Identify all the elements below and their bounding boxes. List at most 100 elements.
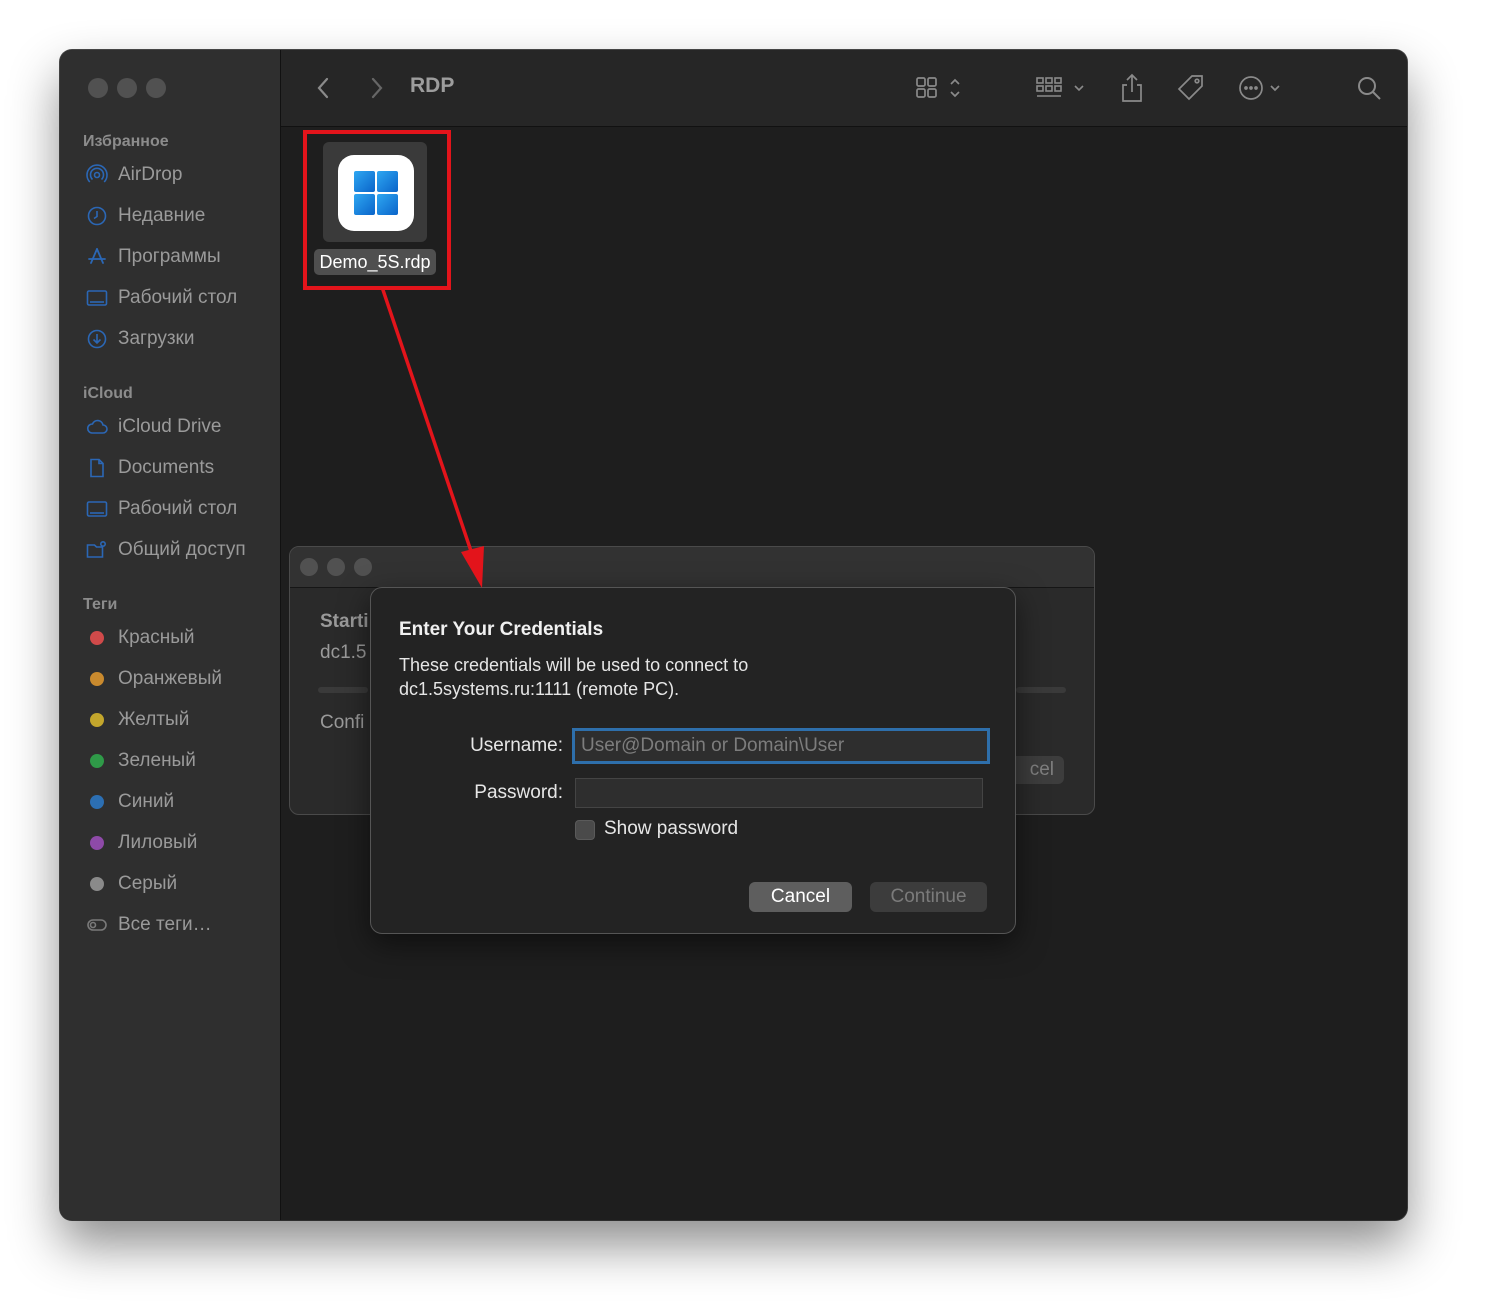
sidebar-tag-red[interactable]: Красный xyxy=(86,623,276,653)
sidebar-item-label: Зеленый xyxy=(118,750,196,771)
group-button[interactable] xyxy=(1035,72,1091,104)
tag-dot-icon xyxy=(86,791,108,813)
tag-icon xyxy=(1177,75,1203,101)
forward-button[interactable] xyxy=(365,72,389,104)
sidebar-item-downloads[interactable]: Загрузки xyxy=(86,324,276,354)
tag-dot-icon xyxy=(86,750,108,772)
sidebar-section-favorites: Избранное xyxy=(83,133,169,150)
finder-window: Избранное AirDrop Недавние Программы Раб… xyxy=(60,50,1407,1220)
dialog-window-controls xyxy=(300,558,372,576)
progress-host: dc1.5 xyxy=(320,642,367,663)
sidebar-item-label: Синий xyxy=(118,791,175,812)
chevron-right-icon xyxy=(371,77,383,99)
sidebar-tag-yellow[interactable]: Желтый xyxy=(86,705,276,735)
sidebar-item-label: Общий доступ xyxy=(118,539,246,560)
toolbar: RDP xyxy=(281,50,1407,127)
dialog-description: These credentials will be used to connec… xyxy=(399,653,959,701)
sidebar-item-icloud-drive[interactable]: iCloud Drive xyxy=(86,412,276,442)
sidebar-item-airdrop[interactable]: AirDrop xyxy=(86,160,276,190)
sidebar-tag-gray[interactable]: Серый xyxy=(86,869,276,899)
show-password-label[interactable]: Show password xyxy=(604,818,738,840)
progress-bar-end xyxy=(1016,687,1066,693)
sidebar-item-label: AirDrop xyxy=(118,164,183,185)
sidebar-item-label: Оранжевый xyxy=(118,668,223,689)
download-icon xyxy=(86,328,108,350)
tag-dot-icon xyxy=(86,709,108,731)
tag-dot-icon xyxy=(86,668,108,690)
show-password-checkbox[interactable] xyxy=(575,820,595,840)
sidebar-item-documents[interactable]: Documents xyxy=(86,453,276,483)
continue-button[interactable]: Continue xyxy=(870,882,987,912)
window-controls xyxy=(88,78,166,98)
document-icon xyxy=(86,457,108,479)
dialog-titlebar xyxy=(290,547,1094,588)
username-label: Username: xyxy=(470,735,563,756)
sidebar: Избранное AirDrop Недавние Программы Раб… xyxy=(60,50,281,1220)
grid-view-icon xyxy=(916,77,960,98)
window-title: RDP xyxy=(410,74,455,97)
tag-dot-icon xyxy=(86,627,108,649)
cancel-button[interactable]: Cancel xyxy=(749,882,852,912)
shared-folder-icon xyxy=(86,539,108,561)
sidebar-item-label: Documents xyxy=(118,457,215,478)
sidebar-item-label: Серый xyxy=(118,873,178,894)
tag-dot-icon xyxy=(86,873,108,895)
sidebar-item-label: Недавние xyxy=(118,205,206,226)
ellipsis-circle-icon xyxy=(1239,76,1280,100)
desktop-icon xyxy=(86,498,108,520)
progress-status: Confi xyxy=(320,712,365,733)
password-input[interactable] xyxy=(575,778,983,808)
airdrop-icon xyxy=(86,164,108,186)
tag-dot-icon xyxy=(86,832,108,854)
search-button[interactable] xyxy=(1355,72,1383,104)
tag-button[interactable] xyxy=(1176,72,1206,104)
sidebar-item-label: Программы xyxy=(118,246,221,267)
description-line: These credentials will be used to connec… xyxy=(399,655,749,675)
progress-bar xyxy=(318,687,368,693)
sidebar-item-icloud-desktop[interactable]: Рабочий стол xyxy=(86,494,276,524)
more-actions-button[interactable] xyxy=(1237,72,1293,104)
sidebar-item-all-tags[interactable]: Все теги… xyxy=(86,910,276,940)
clock-icon xyxy=(86,205,108,227)
sidebar-tag-orange[interactable]: Оранжевый xyxy=(86,664,276,694)
sidebar-item-label: Рабочий стол xyxy=(118,287,238,308)
sidebar-item-applications[interactable]: Программы xyxy=(86,242,276,272)
password-label: Password: xyxy=(474,782,563,803)
sidebar-item-shared[interactable]: Общий доступ xyxy=(86,535,276,565)
username-input[interactable] xyxy=(572,728,990,764)
desktop-icon xyxy=(86,287,108,309)
group-icon xyxy=(1036,77,1084,97)
sidebar-section-tags: Теги xyxy=(83,596,118,613)
sidebar-item-label: Лиловый xyxy=(118,832,198,853)
all-tags-icon xyxy=(86,914,108,936)
sidebar-item-label: iCloud Drive xyxy=(118,416,222,437)
sidebar-item-label: Рабочий стол xyxy=(118,498,238,519)
zoom-button[interactable] xyxy=(146,78,166,98)
sidebar-section-icloud: iCloud xyxy=(83,385,133,402)
minimize-button[interactable] xyxy=(117,78,137,98)
sidebar-tag-green[interactable]: Зеленый xyxy=(86,746,276,776)
cloud-icon xyxy=(86,416,108,438)
sidebar-item-label: Все теги… xyxy=(118,914,212,935)
close-button[interactable] xyxy=(88,78,108,98)
back-button[interactable] xyxy=(311,72,335,104)
share-button[interactable] xyxy=(1119,72,1145,104)
search-icon xyxy=(1358,77,1381,100)
apps-icon xyxy=(86,246,108,268)
dialog-zoom-button[interactable] xyxy=(354,558,372,576)
dialog-close-button[interactable] xyxy=(300,558,318,576)
sidebar-tag-blue[interactable]: Синий xyxy=(86,787,276,817)
chevron-left-icon xyxy=(317,77,329,99)
highlight-box xyxy=(303,130,451,290)
sidebar-item-recents[interactable]: Недавние xyxy=(86,201,276,231)
description-line: dc1.5systems.ru:1111 (remote PC). xyxy=(399,679,680,699)
view-mode-button[interactable] xyxy=(915,72,969,104)
share-icon xyxy=(1122,73,1142,102)
sidebar-tag-purple[interactable]: Лиловый xyxy=(86,828,276,858)
credentials-dialog: Enter Your Credentials These credentials… xyxy=(370,587,1016,934)
sidebar-item-label: Желтый xyxy=(118,709,190,730)
sidebar-item-desktop[interactable]: Рабочий стол xyxy=(86,283,276,313)
progress-title: Starti xyxy=(320,611,369,632)
sidebar-item-label: Красный xyxy=(118,627,195,648)
dialog-minimize-button[interactable] xyxy=(327,558,345,576)
